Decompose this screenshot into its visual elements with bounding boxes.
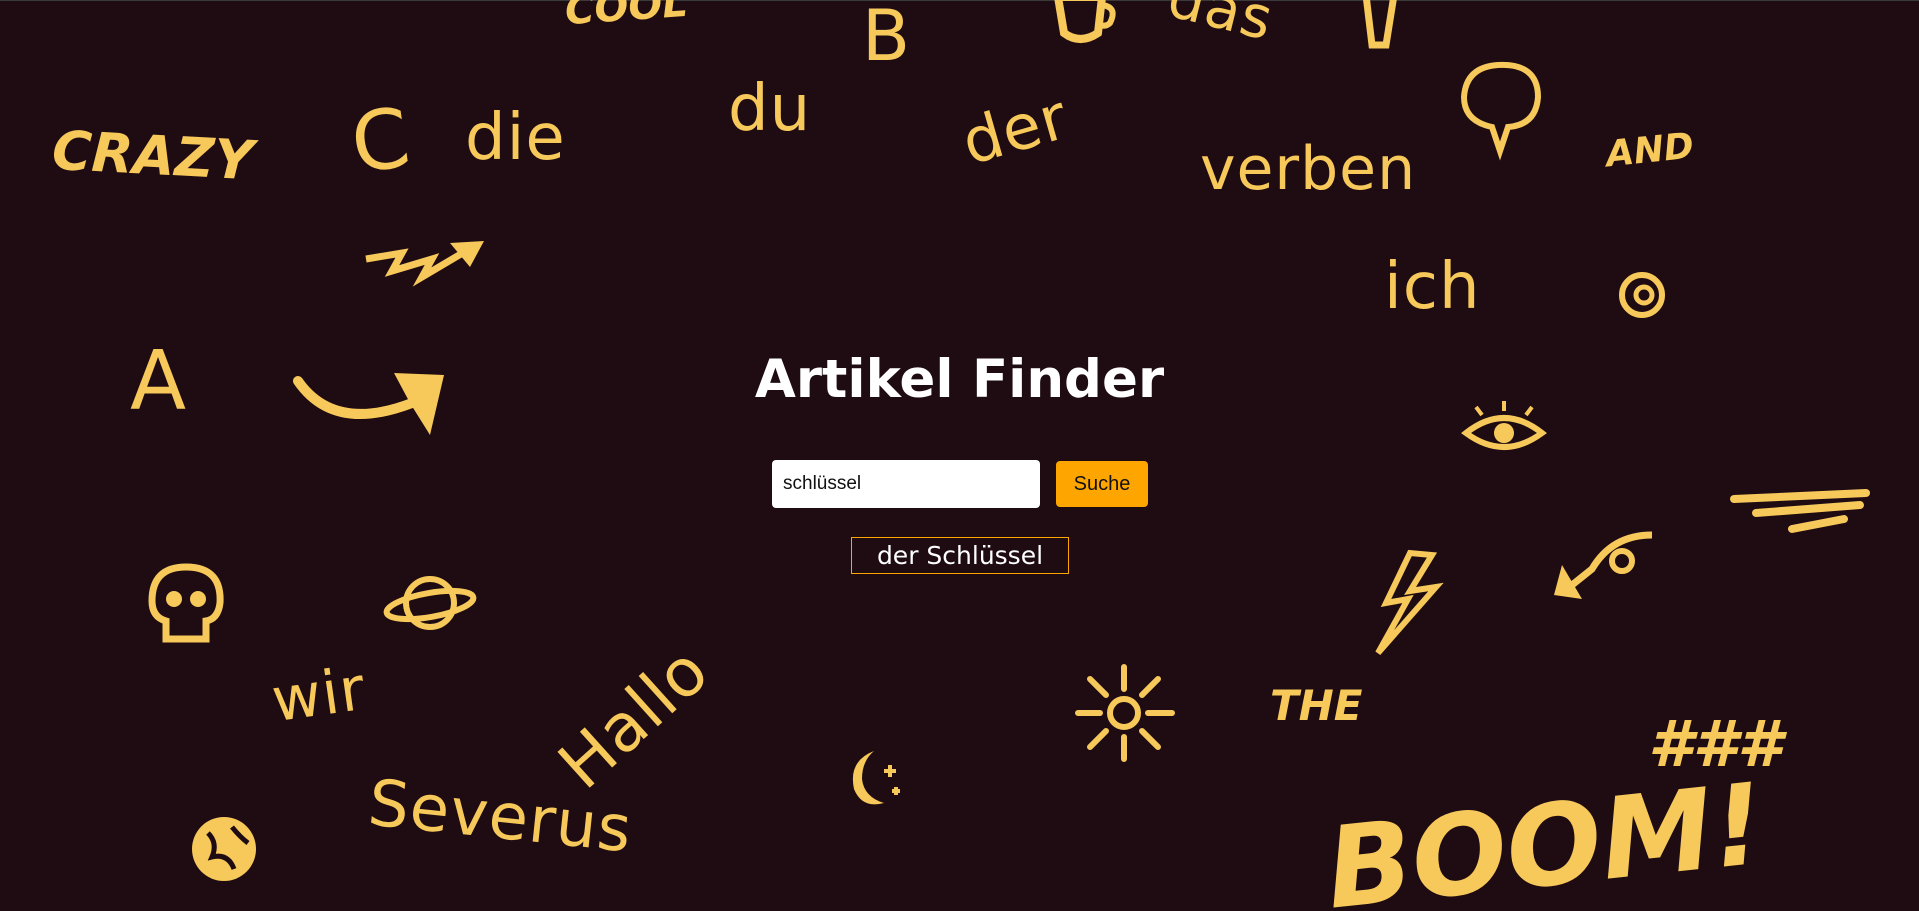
main-content: Artikel Finder Suche der Schlüssel [0,1,1919,911]
search-form: Suche [772,460,1148,508]
search-input[interactable] [772,460,1040,508]
search-button[interactable]: Suche [1056,461,1148,507]
result-box: der Schlüssel [851,537,1069,574]
page-title: Artikel Finder [754,349,1165,410]
